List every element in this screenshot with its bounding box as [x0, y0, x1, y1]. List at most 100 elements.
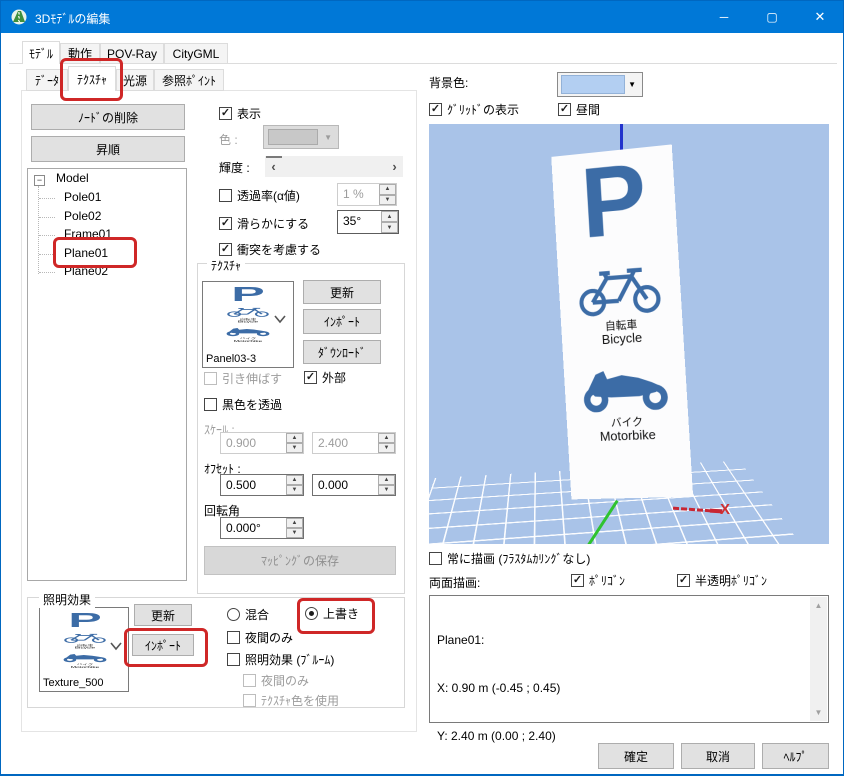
tree-node-plane01[interactable]: Plane01 — [64, 246, 108, 260]
checkbox-icon: ✓ — [429, 103, 442, 116]
spin-up-icon[interactable]: ▲ — [286, 475, 303, 485]
texture-download-button[interactable]: ﾀﾞｳﾝﾛｰﾄﾞ — [303, 340, 381, 364]
tab-data[interactable]: ﾃﾞｰﾀ — [26, 69, 68, 91]
delete-node-button[interactable]: ﾉｰﾄﾞの削除 — [31, 104, 185, 130]
color-dropdown: ▼ — [263, 125, 339, 149]
model-info-panel[interactable]: Plane01: X: 0.90 m (-0.45 ; 0.45) Y: 2.4… — [429, 595, 829, 743]
motorbike-icon — [578, 368, 673, 413]
rotation-spinner[interactable]: 0.000° ▲ ▼ — [220, 517, 304, 539]
scrollbar-thumb[interactable] — [266, 156, 282, 158]
spin-up-icon[interactable]: ▲ — [378, 475, 395, 485]
maximize-button[interactable]: ▢ — [748, 1, 796, 33]
texture-import-button[interactable]: ｲﾝﾎﾟｰﾄ — [303, 309, 381, 334]
checkbox-icon — [227, 631, 240, 644]
spin-down-icon[interactable]: ▼ — [381, 222, 398, 233]
sign-p-text: P — [578, 142, 650, 260]
checkbox-icon: ✓ — [558, 103, 571, 116]
scroll-down-icon[interactable]: ▼ — [810, 704, 827, 721]
texture-thumbnail[interactable]: P 自転車 Bicycle バイク Motorbike Panel03-3 — [202, 281, 294, 368]
sign-model: P 自転車 Bicycle バイク Motorbike — [551, 142, 694, 500]
spin-down-icon[interactable]: ▼ — [286, 528, 303, 538]
3d-preview-viewport[interactable]: P 自転車 Bicycle バイク Motorbike X — [429, 124, 829, 544]
scroll-left-icon[interactable]: ‹ — [265, 156, 282, 177]
background-color-swatch — [561, 75, 625, 94]
spin-up-icon: ▲ — [286, 433, 303, 443]
scroll-right-icon[interactable]: › — [386, 156, 403, 177]
info-scrollbar[interactable]: ▲ ▼ — [810, 597, 827, 721]
checkbox-icon — [227, 653, 240, 666]
tree-node-frame01[interactable]: Frame01 — [64, 227, 112, 241]
dropdown-arrow-icon: ▼ — [628, 80, 636, 89]
checkbox-icon: ✓ — [219, 217, 232, 230]
bloom-checkbox[interactable]: 照明効果 (ﾌﾞﾙｰﾑ) — [227, 651, 334, 668]
stretch-checkbox: 引き伸ばす — [204, 370, 282, 387]
tree-connector — [39, 198, 55, 199]
spin-up-icon[interactable]: ▲ — [286, 518, 303, 528]
dialog-window: 3Dﾓﾃﾞﾙの編集 ─ ▢ ✕ ﾓﾃﾞﾙ 動作 POV-Ray CityGML … — [0, 0, 844, 776]
alpha-checkbox[interactable]: 透過率(α値) — [219, 187, 300, 204]
double-sided-label: 両面描画: — [429, 576, 481, 590]
minimize-button[interactable]: ─ — [700, 1, 748, 33]
tree-node-plane02[interactable]: Plane02 — [64, 264, 108, 278]
use-texture-color-checkbox: ﾃｸｽﾁｬ色を使用 — [243, 692, 339, 709]
chevron-down-icon[interactable] — [109, 641, 123, 651]
polygon-checkbox[interactable]: ✓ ﾎﾟﾘｺﾞﾝ — [571, 572, 625, 589]
lighting-update-button[interactable]: 更新 — [134, 604, 192, 626]
external-checkbox[interactable]: ✓ 外部 — [304, 369, 346, 386]
tree-collapse-icon[interactable]: − — [34, 175, 45, 186]
black-transparent-checkbox[interactable]: 黒色を透過 — [204, 396, 282, 413]
tree-node-model[interactable]: Model — [56, 171, 89, 185]
offset-x-spinner[interactable]: 0.500 ▲ ▼ — [220, 474, 304, 496]
scrollbar-track — [282, 156, 386, 177]
spin-up-icon: ▲ — [379, 184, 396, 195]
tree-node-pole01[interactable]: Pole01 — [64, 190, 101, 204]
color-label: 色 : — [219, 133, 238, 147]
always-draw-checkbox[interactable]: 常に描画 (ﾌﾗｽﾀﾑｶﾘﾝｸﾞなし) — [429, 550, 590, 567]
lighting-group-label: 照明効果 — [39, 591, 96, 608]
cancel-button[interactable]: 取消 — [681, 743, 755, 769]
spin-up-icon: ▲ — [378, 433, 395, 443]
smooth-spinner[interactable]: 35° ▲ ▼ — [337, 210, 399, 234]
texture-update-button[interactable]: 更新 — [303, 280, 381, 304]
sign-motorbike-en: Motorbike — [599, 427, 657, 445]
scale-x-spinner: 0.900 ▲ ▼ — [220, 432, 304, 454]
lighting-import-button[interactable]: ｲﾝﾎﾟｰﾄ — [132, 634, 194, 656]
texture-thumbnail-image: P 自転車 Bicycle バイク Motorbike — [217, 284, 279, 343]
scale-y-spinner: 2.400 ▲ ▼ — [312, 432, 396, 454]
overwrite-radio[interactable]: 上書き — [305, 605, 359, 622]
tree-connector — [38, 186, 39, 274]
tab-refpoint[interactable]: 参照ﾎﾟｲﾝﾄ — [154, 69, 224, 91]
tree-node-pole02[interactable]: Pole02 — [64, 209, 101, 223]
window-title: 3Dﾓﾃﾞﾙの編集 — [35, 12, 111, 26]
tree-connector — [39, 272, 55, 273]
background-color-dropdown[interactable]: ▼ — [557, 72, 643, 97]
spin-down-icon[interactable]: ▼ — [286, 485, 303, 495]
sign-bicycle-en: Bicycle — [601, 329, 643, 348]
tree-connector — [39, 235, 55, 236]
night-only-checkbox[interactable]: 夜間のみ — [227, 629, 293, 646]
mix-radio[interactable]: 混合 — [227, 606, 269, 623]
close-button[interactable]: ✕ — [796, 1, 843, 33]
app-icon — [11, 9, 27, 25]
tab-citygml[interactable]: CityGML — [164, 43, 228, 64]
tab-action[interactable]: 動作 — [60, 43, 100, 64]
translucent-polygon-checkbox[interactable]: ✓ 半透明ﾎﾟﾘｺﾞﾝ — [677, 572, 767, 589]
offset-y-spinner[interactable]: 0.000 ▲ ▼ — [312, 474, 396, 496]
tab-light[interactable]: 光源 — [116, 69, 154, 91]
chevron-down-icon[interactable] — [273, 314, 287, 324]
display-checkbox[interactable]: ✓ 表示 — [219, 105, 261, 122]
scroll-up-icon[interactable]: ▲ — [810, 597, 827, 614]
spin-down-icon[interactable]: ▼ — [378, 485, 395, 495]
tab-povray[interactable]: POV-Ray — [100, 43, 164, 64]
collision-checkbox[interactable]: ✓ 衝突を考慮する — [219, 241, 321, 258]
grid-checkbox[interactable]: ✓ ｸﾞﾘｯﾄﾞの表示 — [429, 101, 519, 118]
tab-model[interactable]: ﾓﾃﾞﾙ — [22, 41, 60, 64]
confirm-button[interactable]: 確定 — [598, 743, 674, 769]
daytime-checkbox[interactable]: ✓ 昼間 — [558, 101, 600, 118]
spin-up-icon[interactable]: ▲ — [381, 211, 398, 222]
help-button[interactable]: ﾍﾙﾌﾟ — [762, 743, 829, 769]
ascending-button[interactable]: 昇順 — [31, 136, 185, 162]
tab-texture[interactable]: ﾃｸｽﾁｬ — [68, 66, 116, 91]
tree-connector — [39, 217, 55, 218]
smooth-checkbox[interactable]: ✓ 滑らかにする — [219, 215, 309, 232]
